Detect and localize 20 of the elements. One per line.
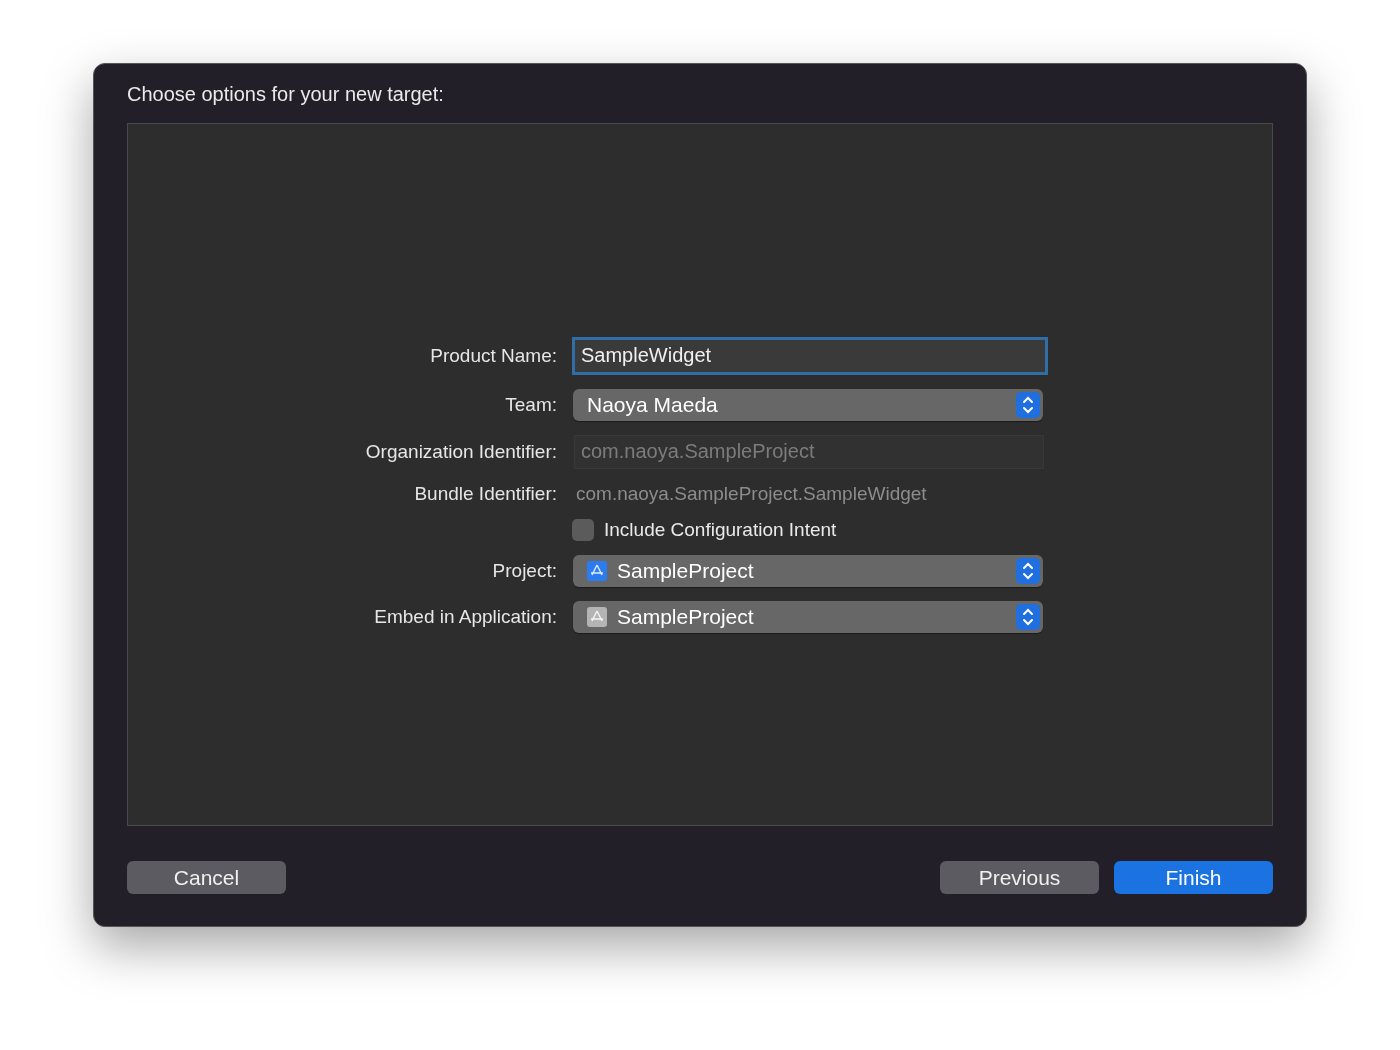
popup-button[interactable]: SampleProject (573, 554, 1043, 587)
popup-button[interactable]: SampleProject (573, 600, 1043, 633)
field-label: Product Name: (430, 344, 557, 367)
dialog-title: Choose options for your new target: (127, 82, 445, 107)
up-down-chevron-icon (1016, 391, 1040, 418)
field-value: com.naoya.SampleProject.SampleWidget (575, 482, 928, 505)
finish-button[interactable]: Finish (1114, 861, 1273, 894)
field-label: Embed in Application: (374, 605, 557, 628)
checkbox[interactable] (572, 518, 594, 541)
up-down-chevron-icon (1016, 603, 1040, 630)
field-label: Organization Identifier: (365, 440, 557, 463)
checkbox-label: Include Configuration Intent (604, 518, 837, 541)
cancel-button[interactable]: Cancel (127, 861, 286, 894)
text-field[interactable]: SampleWidget (572, 336, 1048, 375)
up-down-chevron-icon (1016, 557, 1040, 584)
field-label: Bundle Identifier: (414, 482, 557, 505)
field-label: Project: (492, 559, 557, 582)
previous-button[interactable]: Previous (940, 861, 1099, 894)
popup-button[interactable]: Naoya Maeda (573, 388, 1043, 421)
field-label: Team: (505, 393, 557, 416)
